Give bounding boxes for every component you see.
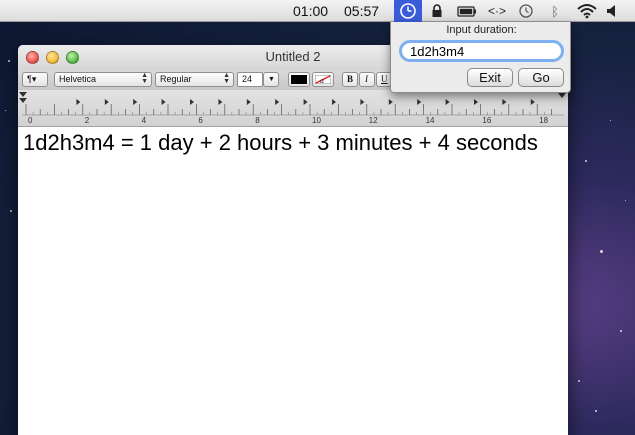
wifi-icon[interactable] <box>576 3 598 19</box>
ruler-number: 16 <box>482 116 491 125</box>
font-size-field[interactable]: 24 <box>237 72 263 87</box>
tab-stop-icon <box>474 99 478 105</box>
exit-button[interactable]: Exit <box>467 68 513 87</box>
tab-stop-icon <box>246 99 251 105</box>
font-size-dropdown[interactable]: ▼ <box>263 72 279 87</box>
menubar-time-2[interactable]: 05:57 <box>344 0 379 22</box>
document-text[interactable]: 1d2h3m4 = 1 day + 2 hours + 3 minutes + … <box>23 128 543 157</box>
tab-stop-icon <box>190 99 194 105</box>
font-style-value: Regular <box>160 74 192 84</box>
text-color-swatch <box>291 75 307 84</box>
textedit-window: Untitled 2 ¶▾ Helvetica ▲ ▼ Regular ▲ ▼ 24… <box>18 45 568 435</box>
ruler[interactable]: 0 2 4 6 8 10 12 14 16 18 <box>18 90 568 127</box>
tab-stop-icon <box>445 99 450 105</box>
menubar-time-1[interactable]: 01:00 <box>293 0 328 22</box>
paragraph-style-popup[interactable]: ¶▾ <box>22 72 48 87</box>
bold-label: B <box>347 74 354 84</box>
tab-stop-icon <box>104 99 109 105</box>
font-family-value: Helvetica <box>59 74 97 84</box>
first-line-indent-icon <box>19 92 27 97</box>
ruler-number: 10 <box>312 116 321 125</box>
go-button[interactable]: Go <box>518 68 564 87</box>
menu-bar: 01:00 05:57 <·> ᛒ <box>0 0 635 22</box>
ruler-number: 18 <box>539 116 548 125</box>
italic-button[interactable]: I <box>359 72 375 87</box>
ruler-number: 0 <box>28 116 33 125</box>
underline-label: U <box>381 74 388 84</box>
tab-stop-icon <box>218 99 223 105</box>
tab-stop-icon <box>161 99 166 105</box>
volume-icon[interactable] <box>606 3 618 19</box>
popup-arrows-icon: ▲ ▼ <box>223 72 230 85</box>
tab-stop-icon <box>417 99 422 105</box>
background-color-well[interactable]: a <box>312 72 334 87</box>
left-indent-icon <box>19 98 27 103</box>
code-arrows-icon[interactable]: <·> <box>487 3 507 19</box>
svg-text:a: a <box>320 76 324 84</box>
battery-icon[interactable] <box>457 3 477 19</box>
paragraph-style-label: ¶▾ <box>27 74 37 84</box>
tab-stop-icon <box>76 99 81 105</box>
duration-popup: Input duration: Exit Go <box>390 22 571 93</box>
ruler-number: 2 <box>85 116 90 125</box>
popup-arrows-icon: ▲ ▼ <box>141 72 148 85</box>
ruler-number: 14 <box>426 116 435 125</box>
popup-title: Input duration: <box>446 24 517 36</box>
clock-icon <box>400 3 416 19</box>
tab-stop-icon <box>360 99 365 105</box>
font-size-value: 24 <box>242 74 253 84</box>
bluetooth-icon[interactable]: ᛒ <box>549 3 561 19</box>
lock-icon[interactable] <box>430 3 444 19</box>
tab-stop-icon <box>303 99 308 105</box>
clock-menu-item[interactable] <box>394 0 422 22</box>
bold-button[interactable]: B <box>342 72 358 87</box>
exit-button-label: Exit <box>479 70 501 85</box>
time-machine-icon[interactable] <box>517 3 535 19</box>
tab-stop-icon <box>133 99 138 105</box>
right-indent-icon <box>558 93 566 98</box>
ruler-graphic: 0 2 4 6 8 10 12 14 16 18 <box>19 92 566 125</box>
tab-stop-icon <box>388 99 393 105</box>
text-color-well[interactable] <box>288 72 310 87</box>
go-button-label: Go <box>532 70 550 85</box>
font-family-popup[interactable]: Helvetica ▲ ▼ <box>54 72 152 87</box>
italic-label: I <box>365 74 368 84</box>
tab-stop-icon <box>275 99 280 105</box>
font-style-popup[interactable]: Regular ▲ ▼ <box>155 72 234 87</box>
ruler-number: 12 <box>369 116 378 125</box>
ruler-number: 4 <box>142 116 147 125</box>
ruler-number: 8 <box>255 116 260 125</box>
no-color-icon: a <box>314 74 332 85</box>
tab-stop-icon <box>332 99 336 105</box>
tab-stop-icon <box>530 99 535 105</box>
duration-input[interactable] <box>399 40 564 62</box>
tab-stop-icon <box>502 99 507 105</box>
ruler-number: 6 <box>198 116 203 125</box>
